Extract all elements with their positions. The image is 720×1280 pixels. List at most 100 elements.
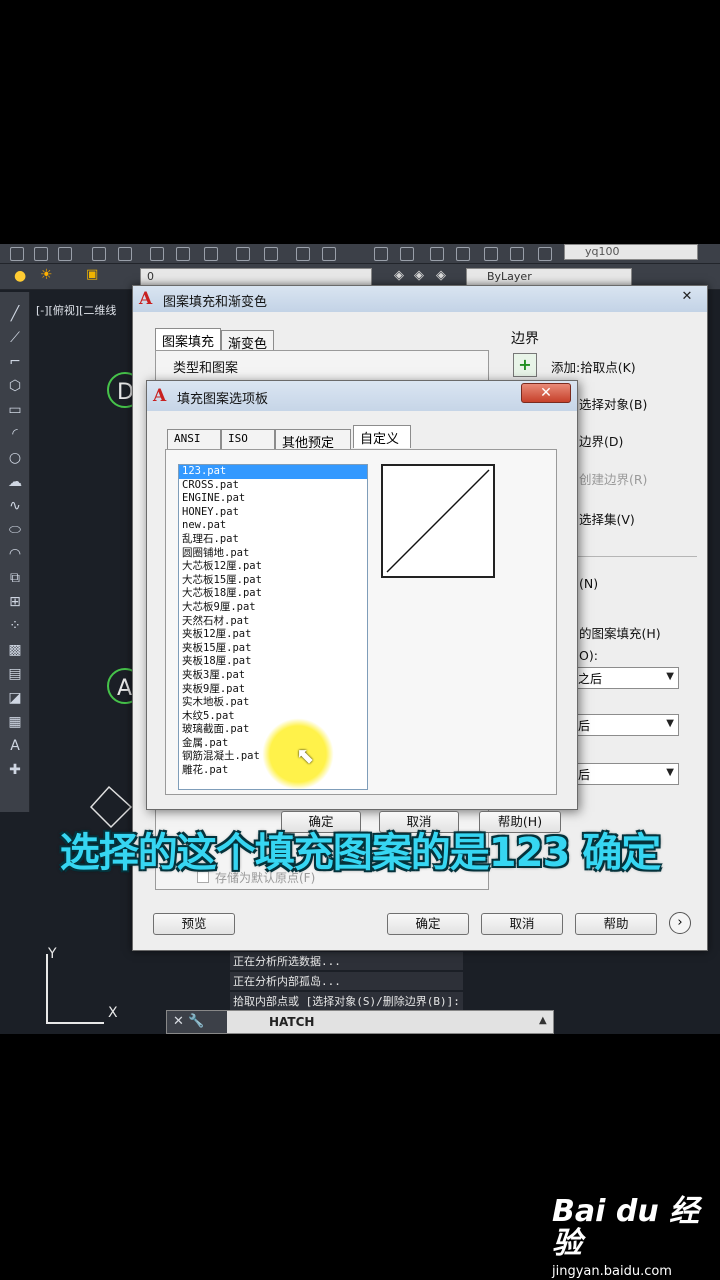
- ellipse-arc-icon[interactable]: ◠: [5, 544, 25, 564]
- tool-icon[interactable]: [430, 247, 444, 261]
- arc-icon[interactable]: ◜: [5, 424, 25, 444]
- draw-order-select[interactable]: 之后: [573, 667, 679, 689]
- select-objects-button[interactable]: 选择对象(B): [579, 394, 647, 413]
- recreate-boundary-button[interactable]: 创建边界(R): [579, 469, 647, 488]
- command-tools[interactable]: ✕ 🔧: [167, 1011, 227, 1033]
- palette-titlebar[interactable]: A 填充图案选项板 ✕: [147, 381, 577, 411]
- ellipse-icon[interactable]: ⬭: [5, 520, 25, 540]
- transparency-select[interactable]: 后: [573, 763, 679, 785]
- tool-icon[interactable]: [204, 247, 218, 261]
- table-icon[interactable]: ▦: [5, 712, 25, 732]
- pattern-list-item[interactable]: HONEY.pat: [179, 506, 367, 520]
- tool-icon[interactable]: [510, 247, 524, 261]
- pattern-list-item[interactable]: 天然石材.pat: [179, 615, 367, 629]
- insert-block-icon[interactable]: ⧉: [5, 568, 25, 588]
- tab-ansi[interactable]: ANSI: [167, 429, 221, 451]
- tool-icon[interactable]: [118, 247, 132, 261]
- spline-icon[interactable]: ∿: [5, 496, 25, 516]
- chevron-up-icon[interactable]: ▲: [539, 1015, 547, 1026]
- command-history: 正在分析所选数据... 正在分析内部孤岛... 拾取内部点或 [选择对象(S)/…: [230, 952, 463, 1012]
- pattern-list-item[interactable]: 夹板3厘.pat: [179, 669, 367, 683]
- options-separate-hatch[interactable]: 的图案填充(H): [579, 623, 661, 642]
- tool-icon[interactable]: [58, 247, 72, 261]
- tool-icon[interactable]: [484, 247, 498, 261]
- tab-hatch[interactable]: 图案填充: [155, 328, 222, 351]
- make-block-icon[interactable]: ⊞: [5, 592, 25, 612]
- construction-line-icon[interactable]: ⟋: [5, 328, 25, 348]
- tab-other-predefined[interactable]: 其他预定义: [275, 429, 351, 470]
- view-selection-button[interactable]: 选择集(V): [579, 509, 635, 528]
- add-pick-point-icon[interactable]: +: [513, 353, 537, 377]
- help-button[interactable]: 帮助: [575, 913, 657, 935]
- lightbulb-icon[interactable]: ●: [14, 268, 26, 284]
- pattern-list-item[interactable]: 夹板12厘.pat: [179, 628, 367, 642]
- dialog-titlebar[interactable]: A 图案填充和渐变色 ✕: [133, 286, 707, 312]
- pattern-list-item[interactable]: CROSS.pat: [179, 479, 367, 493]
- polyline-icon[interactable]: ⌐: [5, 352, 25, 372]
- pattern-list-item[interactable]: 木纹5.pat: [179, 710, 367, 724]
- text-icon[interactable]: A: [5, 736, 25, 756]
- add-selected-icon[interactable]: ✚: [5, 760, 25, 780]
- pattern-list-item[interactable]: 大芯板18厘.pat: [179, 587, 367, 601]
- command-input[interactable]: HATCH: [229, 1011, 547, 1033]
- tool-icon[interactable]: [374, 247, 388, 261]
- tool-icon[interactable]: [176, 247, 190, 261]
- tool-icon[interactable]: [92, 247, 106, 261]
- pattern-list-item[interactable]: 实木地板.pat: [179, 696, 367, 710]
- more-options-icon[interactable]: ›: [669, 912, 691, 934]
- user-field[interactable]: yq100: [564, 244, 698, 260]
- tool-icon[interactable]: [322, 247, 336, 261]
- gradient-icon[interactable]: ▤: [5, 664, 25, 684]
- rectangle-icon[interactable]: ▭: [5, 400, 25, 420]
- ucs-y-label: Y: [48, 946, 57, 962]
- hatch-pattern-palette: A 填充图案选项板 ✕ ANSI ISO 其他预定义 自定义 123.patCR…: [146, 380, 578, 833]
- pattern-list-item[interactable]: 123.pat: [179, 465, 367, 479]
- pattern-list-item[interactable]: 乱理石.pat: [179, 533, 367, 547]
- close-icon[interactable]: ✕: [673, 288, 701, 306]
- lock-icon[interactable]: ▣: [86, 267, 98, 282]
- cancel-button[interactable]: 取消: [481, 913, 563, 935]
- layer-select[interactable]: 后: [573, 714, 679, 736]
- add-pick-point-button[interactable]: 添加:拾取点(K): [551, 357, 636, 376]
- layer-tool-icon[interactable]: ◈: [394, 268, 404, 283]
- tool-icon[interactable]: [236, 247, 250, 261]
- tab-iso[interactable]: ISO: [221, 429, 275, 451]
- hatch-icon[interactable]: ▩: [5, 640, 25, 660]
- tool-icon[interactable]: [264, 247, 278, 261]
- preview-button[interactable]: 预览: [153, 913, 235, 935]
- tool-icon[interactable]: [296, 247, 310, 261]
- close-icon[interactable]: ✕: [521, 383, 571, 403]
- tool-icon[interactable]: [150, 247, 164, 261]
- tool-icon[interactable]: [34, 247, 48, 261]
- linetype-select[interactable]: ByLayer: [466, 268, 632, 286]
- sun-icon[interactable]: ☀: [40, 267, 53, 283]
- pattern-list-item[interactable]: 圆圈铺地.pat: [179, 547, 367, 561]
- ok-button[interactable]: 确定: [387, 913, 469, 935]
- tool-icon[interactable]: [400, 247, 414, 261]
- circle-icon[interactable]: ○: [5, 448, 25, 468]
- pattern-list-item[interactable]: 夹板15厘.pat: [179, 642, 367, 656]
- point-icon[interactable]: ⁘: [5, 616, 25, 636]
- line-icon[interactable]: ╱: [5, 304, 25, 324]
- options-annotative[interactable]: (N): [579, 576, 598, 591]
- viewport-label[interactable]: [-][俯视][二维线: [36, 302, 116, 318]
- region-icon[interactable]: ◪: [5, 688, 25, 708]
- layer-select[interactable]: 0: [140, 268, 372, 286]
- polygon-icon[interactable]: ⬡: [5, 376, 25, 396]
- tool-icon[interactable]: [456, 247, 470, 261]
- tool-icon[interactable]: [538, 247, 552, 261]
- pattern-list-item[interactable]: 大芯板9厘.pat: [179, 601, 367, 615]
- remove-boundary-button[interactable]: 边界(D): [579, 431, 623, 450]
- pattern-list-item[interactable]: 大芯板12厘.pat: [179, 560, 367, 574]
- layer-tool-icon[interactable]: ◈: [436, 268, 446, 283]
- pattern-list-item[interactable]: 夹板18厘.pat: [179, 655, 367, 669]
- layer-tool-icon[interactable]: ◈: [414, 268, 424, 283]
- revcloud-icon[interactable]: ☁: [5, 472, 25, 492]
- tool-icon[interactable]: [10, 247, 24, 261]
- pattern-list-item[interactable]: ENGINE.pat: [179, 492, 367, 506]
- tab-custom[interactable]: 自定义: [353, 425, 411, 448]
- pattern-list-item[interactable]: 夹板9厘.pat: [179, 683, 367, 697]
- tab-gradient[interactable]: 渐变色: [221, 330, 275, 352]
- pattern-list-item[interactable]: 大芯板15厘.pat: [179, 574, 367, 588]
- pattern-list-item[interactable]: new.pat: [179, 519, 367, 533]
